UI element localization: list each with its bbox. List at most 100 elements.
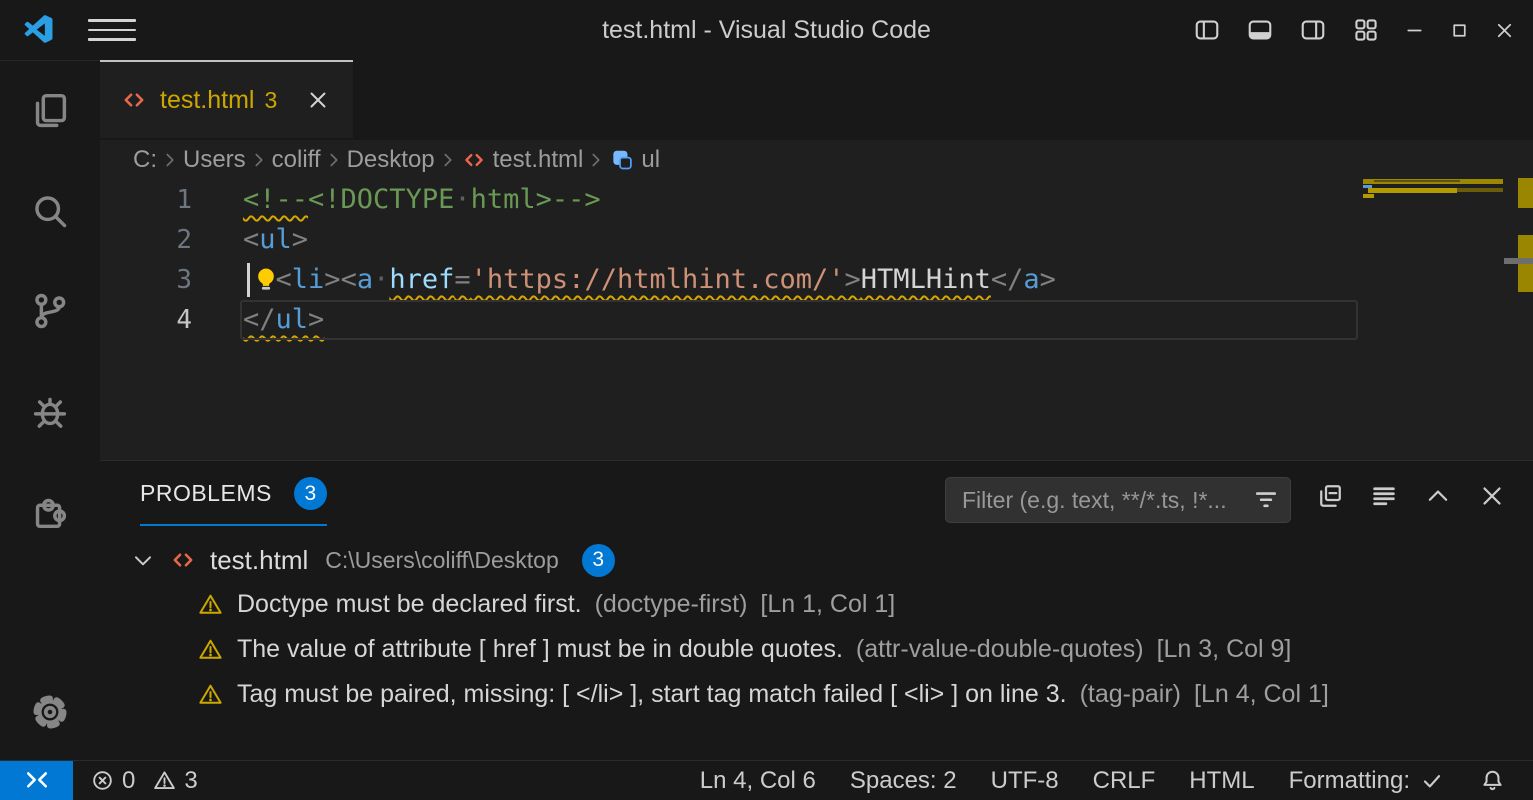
breadcrumb-item-desktop[interactable]: Desktop — [347, 146, 435, 174]
layout-grid-icon[interactable] — [1339, 0, 1392, 60]
notifications-bell-icon[interactable] — [1462, 761, 1523, 800]
activity-source-control-icon[interactable] — [0, 261, 100, 361]
problems-tab-label: PROBLEMS — [140, 480, 272, 507]
activity-search-icon[interactable] — [0, 161, 100, 261]
breadcrumb-label: Desktop — [347, 146, 435, 174]
line-number: 4 — [100, 300, 192, 340]
window-minimize-icon[interactable] — [1392, 0, 1437, 60]
code-line-4[interactable]: 4</ul> — [100, 300, 1533, 340]
tab-test-html[interactable]: test.html 3 — [100, 60, 353, 138]
code-token: > — [845, 264, 861, 295]
view-as-table-icon[interactable] — [1369, 481, 1399, 511]
status-language-mode[interactable]: HTML — [1172, 761, 1271, 800]
breadcrumb-label: Users — [183, 146, 246, 174]
problem-row[interactable]: Doctype must be declared first.(doctype-… — [100, 582, 1533, 627]
problems-file-row[interactable]: test.htmlC:\Users\coliff\Desktop3 — [100, 538, 1533, 582]
code-token: > — [1040, 264, 1056, 295]
line-number: 2 — [100, 220, 192, 260]
window-maximize-icon[interactable] — [1437, 0, 1482, 60]
tab-bar: test.html 3 — [100, 60, 1533, 140]
status-cursor-position[interactable]: Ln 4, Col 6 — [683, 761, 833, 800]
warning-icon — [197, 591, 224, 618]
status-formatting[interactable]: Formatting: — [1272, 761, 1462, 800]
breadcrumb-item-users[interactable]: Users — [183, 146, 246, 174]
window-close-icon[interactable] — [1482, 0, 1527, 60]
activity-run-debug-icon[interactable] — [0, 361, 100, 461]
activity-settings-icon[interactable] — [0, 664, 100, 760]
warning-count: 3 — [184, 767, 197, 795]
breadcrumb-item-testhtml[interactable]: test.html — [461, 146, 584, 174]
layout-panel-icon[interactable] — [1233, 0, 1286, 60]
code-token: > — [292, 224, 308, 255]
remote-indicator[interactable] — [0, 761, 73, 800]
code-token: a — [1023, 264, 1039, 295]
chevron-down-icon[interactable] — [130, 547, 156, 573]
chevron-right-icon — [248, 149, 270, 171]
editor[interactable]: C: Users coliff Desktop test.html ul 1<!--<!D… — [100, 140, 1533, 460]
titlebar-actions — [1180, 0, 1527, 60]
status-encoding-label: UTF-8 — [991, 767, 1059, 795]
html-file-icon — [461, 147, 487, 173]
problem-rule: (tag-pair) — [1080, 680, 1181, 709]
chevron-right-icon — [585, 149, 607, 171]
problem-rule: (doctype-first) — [595, 590, 748, 619]
filter-icon[interactable] — [1252, 486, 1280, 514]
problem-row[interactable]: Tag must be paired, missing: [ </li> ], … — [100, 672, 1533, 717]
code-token — [373, 264, 389, 295]
status-indentation[interactable]: Spaces: 2 — [833, 761, 974, 800]
breadcrumb-item-c[interactable]: C: — [133, 146, 157, 174]
breadcrumb-item-coliff[interactable]: coliff — [272, 146, 321, 174]
line-content: <!--<!DOCTYPE html>--> — [192, 180, 601, 220]
maximize-panel-icon[interactable] — [1423, 481, 1453, 511]
code-token: 'https://htmlhint.com/' — [471, 264, 845, 295]
problems-filter-input[interactable] — [960, 486, 1252, 515]
statusbar-right: Ln 4, Col 6 Spaces: 2 UTF-8 CRLF HTML Formatt… — [683, 761, 1523, 800]
close-panel-icon[interactable] — [1477, 481, 1507, 511]
tab-problems[interactable]: PROBLEMS 3 — [140, 477, 327, 526]
breadcrumb-label: ul — [641, 146, 660, 174]
line-content: <ul> — [192, 220, 308, 260]
status-encoding[interactable]: UTF-8 — [974, 761, 1076, 800]
code-line-3[interactable]: 3 <li><a href='https://htmlhint.com/'>HT… — [100, 260, 1533, 300]
code-token: html>--> — [471, 184, 601, 215]
chevron-right-icon — [159, 149, 181, 171]
code-token: ul — [276, 304, 309, 335]
status-eol[interactable]: CRLF — [1076, 761, 1173, 800]
breadcrumb-item-ul[interactable]: ul — [609, 146, 660, 174]
code-token: <!DOCTYPE — [308, 184, 454, 215]
line-content: <li><a href='https://htmlhint.com/'>HTML… — [192, 260, 1056, 300]
collapse-all-icon[interactable] — [1315, 481, 1345, 511]
tab-close-icon[interactable] — [299, 86, 337, 114]
status-indentation-label: Spaces: 2 — [850, 767, 957, 795]
problem-row[interactable]: The value of attribute [ href ] must be … — [100, 627, 1533, 672]
code-token: > — [308, 304, 324, 335]
code-line-2[interactable]: 2<ul> — [100, 220, 1533, 260]
status-language-mode-label: HTML — [1189, 767, 1254, 795]
vscode-logo-icon — [22, 14, 54, 46]
layout-sidebar-left-icon[interactable] — [1180, 0, 1233, 60]
code-token: </ — [243, 304, 276, 335]
problem-rule: (attr-value-double-quotes) — [856, 635, 1144, 664]
html-file-icon — [169, 546, 197, 574]
error-count: 0 — [122, 767, 135, 795]
code-token: = — [454, 264, 470, 295]
code-token: li — [292, 264, 325, 295]
code-token: a — [357, 264, 373, 295]
problem-location: [Ln 3, Col 9] — [1157, 635, 1292, 664]
problem-location: [Ln 1, Col 1] — [760, 590, 895, 619]
layout-sidebar-right-icon[interactable] — [1286, 0, 1339, 60]
problems-file-badge: 3 — [582, 544, 615, 577]
code-token: > — [324, 264, 340, 295]
line-content: </ul> — [192, 300, 324, 340]
code-line-1[interactable]: 1<!--<!DOCTYPE html>--> — [100, 180, 1533, 220]
code-area[interactable]: 1<!--<!DOCTYPE html>-->2<ul>3 <li><a hre… — [100, 180, 1533, 340]
problems-status[interactable]: 0 3 — [90, 767, 208, 795]
problems-filter — [945, 477, 1291, 523]
activity-extensions-icon[interactable] — [0, 461, 100, 561]
activity-explorer-icon[interactable] — [0, 61, 100, 161]
chevron-right-icon — [323, 149, 345, 171]
menu-icon[interactable] — [88, 17, 136, 43]
text-cursor — [247, 263, 250, 297]
warning-icon — [197, 681, 224, 708]
problems-panel: PROBLEMS 3 test.htmlC:\Users\coliff\Desk… — [100, 460, 1533, 760]
